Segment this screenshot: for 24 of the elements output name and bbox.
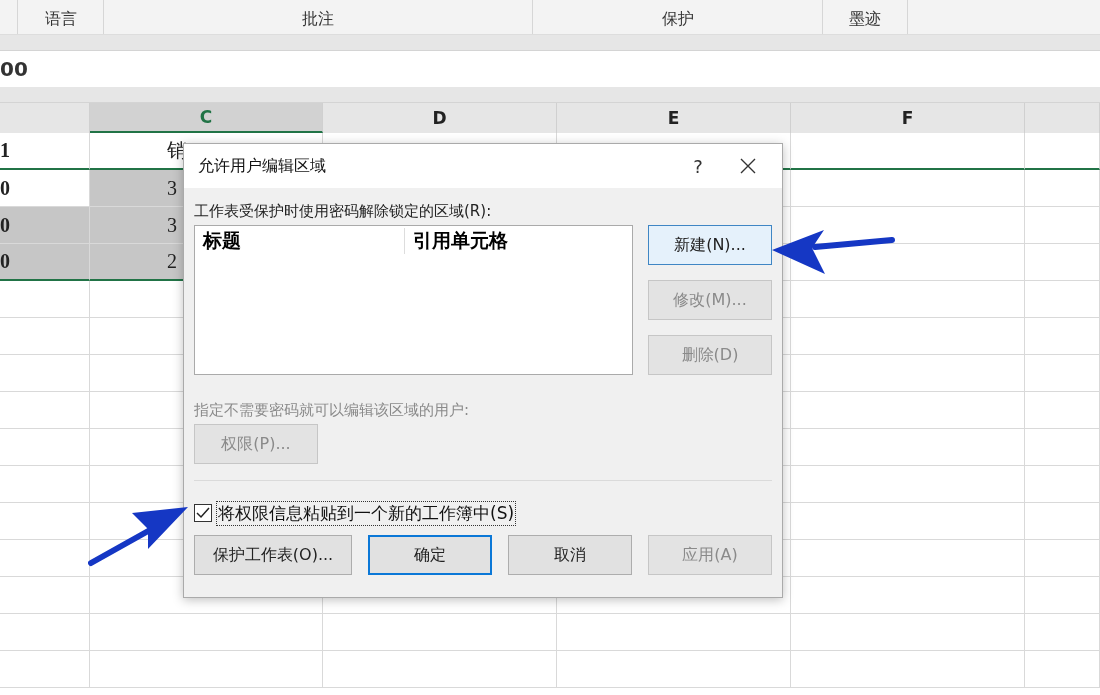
dialog-button[interactable]: 保护工作表(O)... — [194, 535, 352, 575]
dialog-button[interactable]: 新建(N)... — [648, 225, 772, 265]
column-header[interactable]: C — [90, 103, 323, 133]
list-column-header[interactable]: 标题 — [195, 228, 405, 254]
ribbon-group[interactable]: 墨迹 — [823, 0, 908, 34]
ranges-list[interactable]: 标题 引用单元格 — [194, 225, 633, 375]
ribbon-group[interactable]: 保护 — [533, 0, 823, 34]
table-cell: 1 — [0, 133, 90, 170]
checkbox[interactable] — [194, 504, 212, 522]
ribbon-group[interactable]: 语言 — [18, 0, 104, 34]
column-header[interactable]: E — [557, 103, 791, 133]
column-header[interactable]: F — [791, 103, 1025, 133]
column-header[interactable]: D — [323, 103, 557, 133]
users-label: 指定不需要密码就可以编辑该区域的用户: — [194, 401, 471, 421]
formula-value: 00 — [0, 57, 28, 81]
dialog-button[interactable]: 确定 — [368, 535, 492, 575]
table-cell: 0 — [0, 244, 90, 281]
help-button[interactable]: ? — [678, 146, 718, 186]
table-cell: 0 — [0, 207, 90, 244]
close-icon — [740, 158, 756, 174]
dialog-button[interactable]: 取消 — [508, 535, 632, 575]
list-column-header[interactable]: 引用单元格 — [405, 228, 508, 254]
checkbox-label[interactable]: 将权限信息粘贴到一个新的工作簿中(S) — [216, 500, 517, 526]
ribbon-group[interactable]: 批注 — [104, 0, 533, 34]
